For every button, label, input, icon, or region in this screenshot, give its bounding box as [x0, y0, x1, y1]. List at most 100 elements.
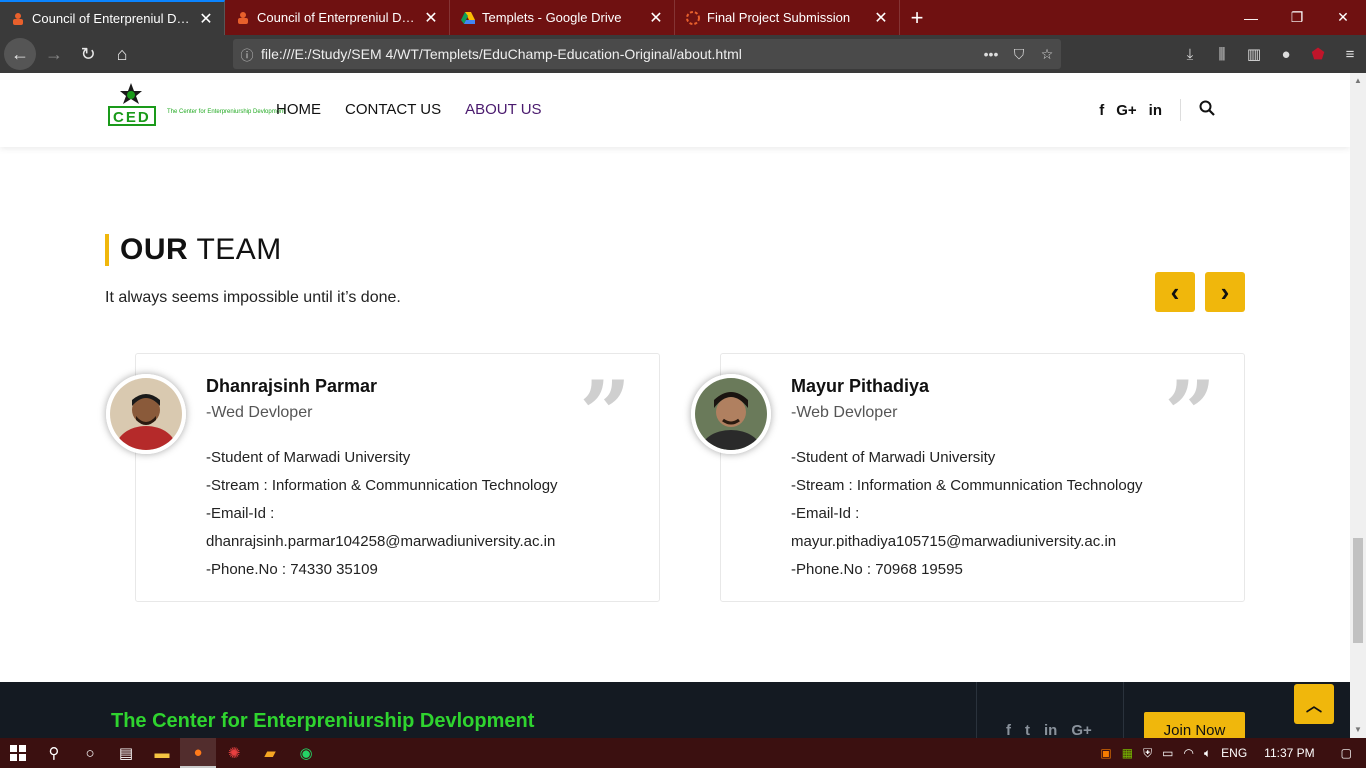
- file-explorer-icon[interactable]: ▬: [144, 738, 180, 768]
- volume-icon[interactable]: 🔈︎: [1199, 746, 1216, 761]
- scroll-up-icon[interactable]: ▲: [1350, 73, 1366, 89]
- download-icon[interactable]: ⤓: [1174, 46, 1206, 63]
- chevron-right-icon: ›: [1220, 277, 1230, 307]
- browser-tab-3[interactable]: Templets - Google Drive ✕: [450, 0, 675, 35]
- sublime-text-icon[interactable]: ▰: [252, 738, 288, 768]
- address-bar[interactable]: ⓘ file:///E:/Study/SEM 4/WT/Templets/Edu…: [233, 39, 1061, 69]
- cortana-icon[interactable]: ○: [72, 738, 108, 768]
- search-icon[interactable]: ⚲: [36, 738, 72, 768]
- url-text: file:///E:/Study/SEM 4/WT/Templets/EduCh…: [261, 46, 742, 62]
- section-subtitle: It always seems impossible until it’s do…: [105, 289, 401, 306]
- window-controls: — ❐ ✕: [1228, 0, 1366, 35]
- site-favicon-icon: [10, 11, 26, 27]
- search-icon[interactable]: [1199, 100, 1215, 120]
- chevron-left-icon: ‹: [1170, 277, 1180, 307]
- site-logo[interactable]: CED The Center for Enterpreniurship Devl…: [107, 81, 285, 129]
- forward-icon[interactable]: →: [38, 38, 70, 70]
- team-card: ” Mayur Pithadiya -Web Devloper -Student…: [691, 353, 1245, 602]
- google-drive-icon: [460, 10, 476, 26]
- app-icon[interactable]: ✺: [216, 738, 252, 768]
- nav-contact-us[interactable]: CONTACT US: [345, 101, 441, 118]
- facebook-icon[interactable]: f: [1099, 102, 1104, 119]
- footer-social: f t in G+: [1006, 722, 1092, 738]
- close-window-icon[interactable]: ✕: [1320, 0, 1366, 35]
- carousel-prev-button[interactable]: ‹: [1155, 272, 1195, 312]
- member-details: -Student of Marwadi University -Stream :…: [206, 444, 558, 584]
- task-view-icon[interactable]: ▤: [108, 738, 144, 768]
- tab-title: Final Project Submission: [707, 10, 851, 25]
- page-scrollbar[interactable]: ▲ ▼: [1350, 73, 1366, 738]
- pocket-icon[interactable]: ⛉: [1005, 46, 1033, 63]
- linkedin-icon[interactable]: in: [1149, 102, 1162, 119]
- tab-title: Council of Enterpreniul Devlopm: [257, 10, 417, 25]
- facebook-icon[interactable]: f: [1006, 722, 1011, 738]
- divider: [1180, 99, 1181, 121]
- toolbar-right: ⤓ ⫼ ▥ ● ⬟ ≡: [1174, 35, 1366, 73]
- menu-icon[interactable]: ≡: [1334, 46, 1366, 63]
- join-now-button[interactable]: Join Now: [1144, 712, 1245, 738]
- detail-line: -Stream : Information & Communnication T…: [791, 477, 1143, 494]
- footer-brand: The Center for Enterpreniurship Devlopme…: [111, 710, 535, 732]
- web-page: CED The Center for Enterpreniurship Devl…: [0, 73, 1350, 738]
- browser-tab-1[interactable]: Council of Enterpreniul Devlopm ✕: [0, 0, 225, 35]
- language-indicator[interactable]: ENG: [1216, 746, 1252, 760]
- tab-title: Templets - Google Drive: [482, 10, 622, 25]
- xampp-icon[interactable]: ▣: [1095, 746, 1116, 760]
- member-details: -Student of Marwadi University -Stream :…: [791, 444, 1143, 584]
- restore-icon[interactable]: ❐: [1274, 0, 1320, 35]
- windows-start-icon[interactable]: [0, 738, 36, 768]
- close-tab-icon[interactable]: ✕: [198, 9, 214, 29]
- detail-line: -Stream : Information & Communnication T…: [206, 477, 558, 494]
- library-icon[interactable]: ⫼: [1206, 46, 1238, 63]
- home-icon[interactable]: ⌂: [106, 38, 138, 70]
- account-icon[interactable]: ●: [1270, 46, 1302, 63]
- browser-tab-bar: Council of Enterpreniul Devlopm ✕ Counci…: [0, 0, 1366, 35]
- loading-icon: [685, 10, 701, 26]
- divider: [1123, 682, 1124, 738]
- close-tab-icon[interactable]: ✕: [423, 8, 439, 28]
- google-plus-icon[interactable]: G+: [1116, 102, 1136, 119]
- scroll-down-icon[interactable]: ▼: [1350, 722, 1366, 738]
- more-icon[interactable]: •••: [977, 46, 1005, 62]
- wifi-icon[interactable]: ◠: [1178, 746, 1198, 760]
- page-info-icon[interactable]: ⓘ: [233, 45, 261, 64]
- reload-icon[interactable]: ↻: [72, 38, 104, 70]
- nav-about-us[interactable]: ABOUT US: [465, 101, 541, 118]
- close-tab-icon[interactable]: ✕: [873, 8, 889, 28]
- detail-line: -Phone.No : 74330 35109: [206, 561, 378, 578]
- windows-taskbar: ⚲ ○ ▤ ▬ ● ✺ ▰ ◉ ▣ ▦ ⛨ ▭ ◠ 🔈︎ ENG 11:37 P…: [0, 738, 1366, 768]
- browser-toolbar: ← → ↻ ⌂ ⓘ file:///E:/Study/SEM 4/WT/Temp…: [0, 35, 1366, 73]
- minimize-icon[interactable]: —: [1228, 0, 1274, 35]
- detail-line: -Email-Id :: [206, 505, 275, 522]
- carousel-next-button[interactable]: ›: [1205, 272, 1245, 312]
- clock[interactable]: 11:37 PM: [1252, 746, 1326, 760]
- back-icon[interactable]: ←: [4, 38, 36, 70]
- member-name: Mayur Pithadiya: [791, 376, 930, 396]
- nav-home[interactable]: HOME: [276, 101, 321, 118]
- notifications-icon[interactable]: ▢: [1327, 746, 1366, 760]
- scrollbar-thumb[interactable]: [1353, 538, 1363, 643]
- browser-tab-2[interactable]: Council of Enterpreniul Devlopm ✕: [225, 0, 450, 35]
- title-bold: OUR: [120, 233, 189, 266]
- defender-icon[interactable]: ⛨: [1138, 746, 1157, 761]
- detail-line: -Student of Marwadi University: [791, 449, 996, 466]
- close-tab-icon[interactable]: ✕: [648, 8, 664, 28]
- firefox-icon[interactable]: ●: [180, 738, 216, 768]
- chevron-up-icon: ︿: [1305, 698, 1322, 715]
- nvidia-icon[interactable]: ▦: [1117, 746, 1138, 760]
- star-icon[interactable]: ☆: [1033, 46, 1061, 63]
- back-to-top-button[interactable]: ︿: [1294, 684, 1334, 724]
- whatsapp-icon[interactable]: ◉: [288, 738, 324, 768]
- battery-icon[interactable]: ▭: [1157, 746, 1178, 760]
- twitter-icon[interactable]: t: [1025, 722, 1030, 738]
- ublock-icon[interactable]: ⬟: [1302, 45, 1334, 63]
- header-social: f G+ in: [1099, 99, 1215, 121]
- divider: [976, 682, 977, 738]
- browser-tab-4[interactable]: Final Project Submission ✕: [675, 0, 900, 35]
- sidebar-icon[interactable]: ▥: [1238, 45, 1270, 63]
- linkedin-icon[interactable]: in: [1044, 722, 1057, 738]
- new-tab-button[interactable]: +: [900, 0, 934, 35]
- detail-line: mayur.pithadiya105715@marwadiuniversity.…: [791, 533, 1117, 550]
- team-card: ” Dhanrajsinh Parmar -Wed Devloper -Stud…: [106, 353, 660, 602]
- google-plus-icon[interactable]: G+: [1071, 722, 1091, 738]
